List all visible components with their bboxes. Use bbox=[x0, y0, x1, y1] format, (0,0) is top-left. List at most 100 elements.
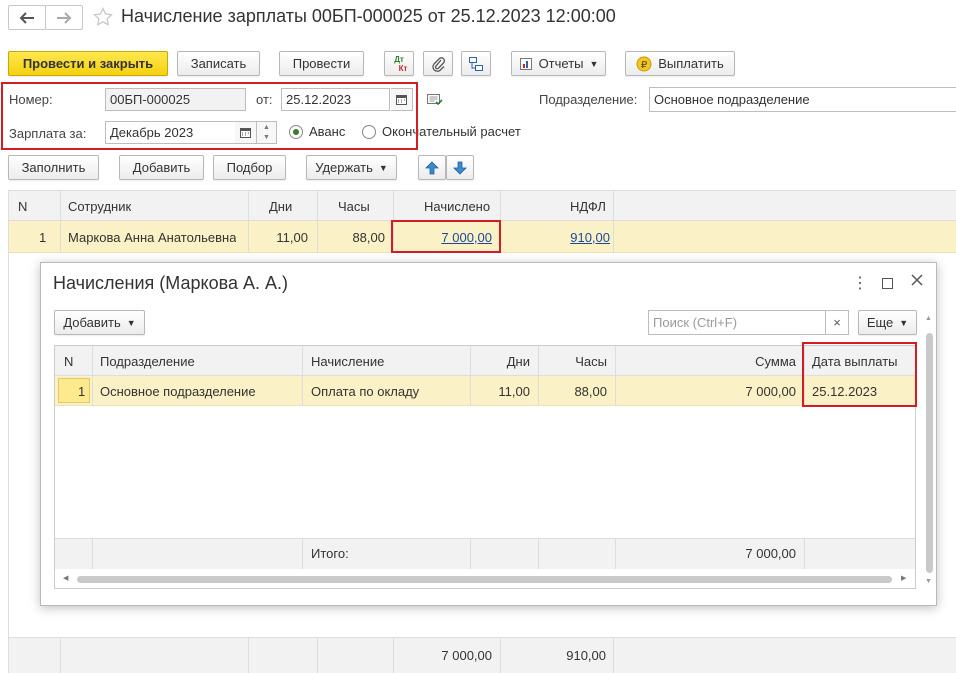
calendar-button[interactable] bbox=[391, 88, 413, 111]
scroll-right-icon[interactable]: ▶ bbox=[901, 574, 906, 582]
arrow-right-icon bbox=[57, 11, 72, 24]
dialog-totals-sum: 7 000,00 bbox=[745, 546, 796, 561]
salary-period-field[interactable]: Декабрь 2023 bbox=[105, 121, 236, 144]
dlg-col-days[interactable]: Дни bbox=[470, 346, 530, 376]
paperclip-icon bbox=[432, 56, 445, 72]
back-button[interactable] bbox=[8, 5, 46, 30]
period-spinner[interactable]: ▲ ▼ bbox=[257, 121, 277, 144]
radio-final-dot bbox=[362, 124, 376, 139]
fill-button[interactable]: Заполнить bbox=[8, 155, 99, 180]
dt-label: Дт bbox=[394, 54, 404, 64]
col-divider bbox=[470, 346, 471, 406]
col-divider bbox=[60, 191, 61, 253]
reports-button[interactable]: Отчеты ▼ bbox=[511, 51, 606, 76]
search-clear-button[interactable]: × bbox=[826, 310, 849, 335]
maximize-icon[interactable] bbox=[882, 278, 893, 289]
scroll-up-icon[interactable]: ▲ bbox=[925, 315, 932, 322]
number-field[interactable]: 00БП-000025 bbox=[105, 88, 246, 111]
col-divider bbox=[538, 346, 539, 406]
row-days: 11,00 bbox=[276, 229, 308, 245]
col-divider bbox=[613, 637, 614, 673]
dt-kt-button[interactable]: Дт Кт bbox=[384, 51, 414, 76]
dlg-col-hours[interactable]: Часы bbox=[538, 346, 607, 376]
dlg-col-accrual[interactable]: Начисление bbox=[311, 346, 384, 376]
col-divider bbox=[804, 538, 805, 569]
close-icon[interactable] bbox=[910, 273, 924, 287]
dialog-title: Начисления (Маркова А. А.) bbox=[53, 273, 288, 293]
search-input[interactable]: Поиск (Ctrl+F) bbox=[648, 310, 826, 335]
radio-final-label: Окончательный расчет bbox=[382, 124, 521, 139]
attach-button[interactable] bbox=[423, 51, 453, 76]
department-field[interactable]: Основное подразделение bbox=[649, 87, 956, 112]
row-employee: Маркова Анна Анатольевна bbox=[68, 229, 237, 245]
horizontal-scrollbar[interactable] bbox=[77, 576, 892, 583]
post-and-close-button[interactable]: Провести и закрыть bbox=[8, 51, 168, 76]
radio-final[interactable]: Окончательный расчет bbox=[362, 124, 521, 139]
svg-text:₽: ₽ bbox=[641, 60, 648, 71]
row-ndfl-link[interactable]: 910,00 bbox=[500, 221, 610, 253]
dlg-col-department[interactable]: Подразделение bbox=[100, 346, 195, 376]
radio-advance-dot bbox=[289, 124, 303, 139]
dlg-col-pay-date[interactable]: Дата выплаты bbox=[812, 346, 898, 376]
scroll-left-icon[interactable]: ◀ bbox=[63, 574, 68, 582]
period-calendar-button[interactable] bbox=[235, 121, 257, 144]
department-label: Подразделение: bbox=[539, 92, 638, 107]
col-header-employee[interactable]: Сотрудник bbox=[68, 191, 131, 221]
reports-label: Отчеты bbox=[538, 56, 584, 71]
col-divider bbox=[302, 346, 303, 406]
date-field[interactable]: 25.12.2023 bbox=[281, 88, 390, 111]
dialog-totals-label: Итого: bbox=[311, 546, 349, 561]
dlg-col-n[interactable]: N bbox=[64, 346, 73, 376]
kt-label: Кт bbox=[398, 63, 408, 73]
more-button[interactable]: Еще ▼ bbox=[858, 310, 917, 335]
row-accrued-link[interactable]: 7 000,00 bbox=[393, 221, 492, 253]
radio-advance[interactable]: Аванс bbox=[289, 124, 345, 139]
dlg-row-accrual: Оплата по окладу bbox=[311, 383, 420, 399]
chevron-down-icon: ▼ bbox=[378, 162, 388, 173]
favorite-star-icon[interactable] bbox=[93, 7, 113, 27]
chevron-down-icon: ▼ bbox=[126, 317, 136, 328]
pay-button[interactable]: ₽ Выплатить bbox=[625, 51, 735, 76]
dlg-row-pay-date: 25.12.2023 bbox=[812, 383, 878, 399]
radio-advance-label: Аванс bbox=[309, 124, 346, 139]
structure-button[interactable] bbox=[461, 51, 491, 76]
save-button[interactable]: Записать bbox=[177, 51, 260, 76]
post-button[interactable]: Провести bbox=[279, 51, 364, 76]
col-header-days[interactable]: Дни bbox=[269, 191, 292, 221]
col-header-accrued[interactable]: Начислено bbox=[424, 191, 490, 221]
col-divider bbox=[302, 538, 303, 569]
calendar-icon bbox=[240, 128, 251, 138]
dialog-add-label: Добавить bbox=[63, 315, 121, 330]
arrow-down-icon bbox=[453, 161, 467, 175]
dlg-row-department: Основное подразделение bbox=[100, 383, 256, 399]
scroll-down-icon[interactable]: ▼ bbox=[925, 578, 932, 585]
col-divider bbox=[470, 538, 471, 569]
withhold-button[interactable]: Удержать ▼ bbox=[306, 155, 397, 180]
add-button[interactable]: Добавить bbox=[119, 155, 204, 180]
col-header-hours[interactable]: Часы bbox=[338, 191, 370, 221]
spin-up-icon[interactable]: ▲ bbox=[257, 123, 276, 133]
col-divider bbox=[248, 637, 249, 673]
number-label: Номер: bbox=[9, 92, 53, 107]
calendar-icon bbox=[396, 95, 407, 105]
dlg-col-sum[interactable]: Сумма bbox=[615, 346, 796, 376]
select-button[interactable]: Подбор bbox=[213, 155, 286, 180]
radio-selected-dot bbox=[293, 128, 299, 135]
dlg-row-days: 11,00 bbox=[498, 383, 530, 399]
row-hours: 88,00 bbox=[352, 229, 385, 245]
dialog-menu-icon[interactable]: ⋮ bbox=[852, 273, 868, 293]
total-accrued: 7 000,00 bbox=[441, 648, 492, 663]
ruble-coin-icon: ₽ bbox=[636, 56, 652, 71]
vertical-scrollbar[interactable] bbox=[926, 333, 933, 573]
forward-button[interactable] bbox=[45, 5, 83, 30]
row-n: 1 bbox=[39, 229, 47, 245]
chevron-down-icon: ▼ bbox=[899, 317, 909, 328]
move-up-button[interactable] bbox=[418, 155, 446, 180]
move-down-button[interactable] bbox=[446, 155, 474, 180]
col-header-n[interactable]: N bbox=[18, 191, 27, 221]
col-header-ndfl[interactable]: НДФЛ bbox=[570, 191, 606, 221]
dialog-add-button[interactable]: Добавить ▼ bbox=[54, 310, 145, 335]
col-divider bbox=[248, 191, 249, 253]
spin-down-icon[interactable]: ▼ bbox=[257, 133, 276, 143]
total-ndfl: 910,00 bbox=[566, 648, 606, 663]
